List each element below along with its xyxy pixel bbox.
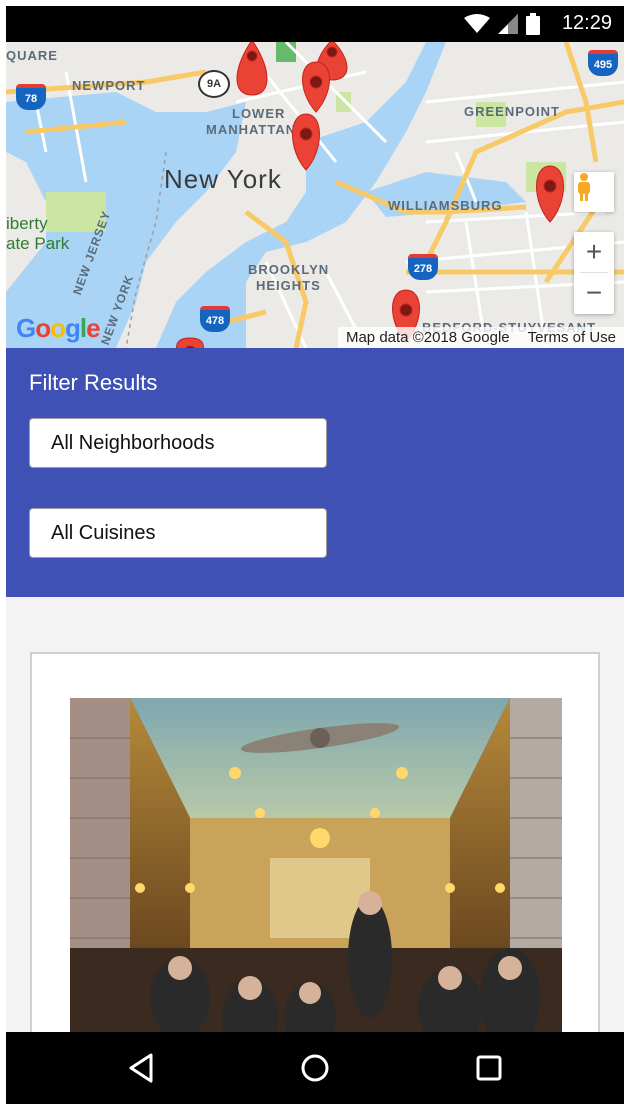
map-marker[interactable] (302, 61, 330, 113)
battery-icon (526, 13, 540, 35)
map-marker[interactable] (536, 165, 564, 223)
zoom-out-button[interactable]: − (574, 273, 614, 313)
wifi-icon (464, 14, 490, 33)
phone-screen: 12:29 QUARE NEWPORT LOWER MANHATTAN GREE… (6, 6, 624, 1104)
map-credits: Map data ©2018 Google Terms of Use (337, 327, 624, 348)
map-marker[interactable] (292, 113, 320, 171)
home-button[interactable] (295, 1048, 335, 1088)
recents-button[interactable] (469, 1048, 509, 1088)
home-icon (301, 1054, 329, 1082)
back-button[interactable] (121, 1048, 161, 1088)
neighborhoods-select[interactable]: All Neighborhoods (29, 418, 327, 468)
filter-title: Filter Results (29, 370, 158, 395)
back-icon (129, 1053, 153, 1083)
map-data-credit: Map data ©2018 Google (345, 329, 510, 346)
android-nav-bar (6, 1032, 624, 1104)
street-view-button[interactable] (574, 172, 614, 212)
zoom-control: + − (574, 232, 614, 314)
cuisines-select[interactable]: All Cuisines (29, 508, 327, 558)
filter-panel: Filter Results All Neighborhoods All Cui… (6, 348, 624, 597)
map-marker[interactable] (176, 337, 204, 348)
status-bar: 12:29 (6, 6, 624, 42)
pegman-icon (578, 173, 590, 201)
status-icons (464, 13, 540, 35)
clock: 12:29 (561, 12, 612, 34)
marker-layer (176, 42, 564, 348)
recents-icon (476, 1055, 502, 1081)
zoom-in-button[interactable]: + (574, 232, 614, 272)
terms-of-use-link[interactable]: Terms of Use (528, 329, 616, 346)
google-logo: Google (16, 313, 101, 343)
map-marker[interactable] (236, 42, 268, 96)
map-view[interactable]: QUARE NEWPORT LOWER MANHATTAN GREENPOINT… (6, 42, 624, 348)
signal-icon (498, 14, 518, 34)
